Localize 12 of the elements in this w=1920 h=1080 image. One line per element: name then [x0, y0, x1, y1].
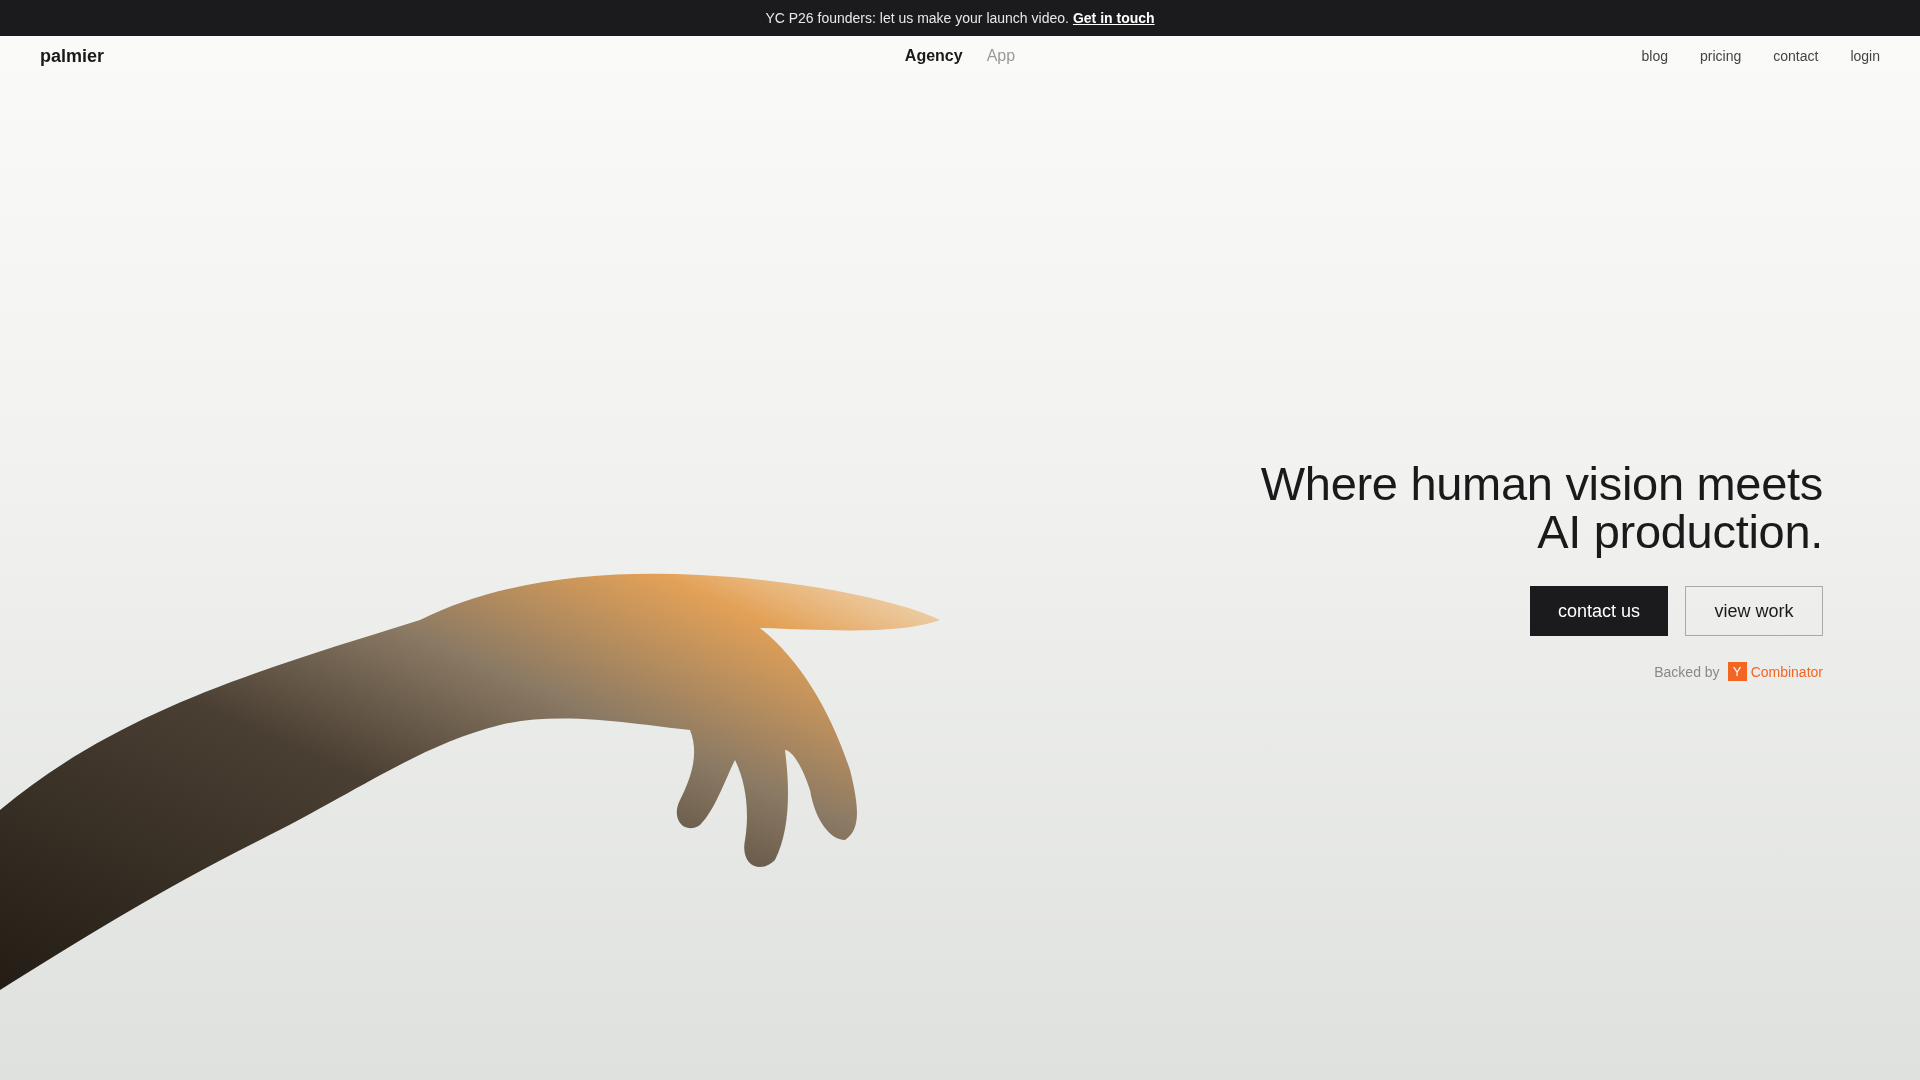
- contact-button[interactable]: contact us: [1530, 586, 1668, 636]
- view-work-button[interactable]: view work: [1685, 586, 1823, 636]
- backed-by-text: Backed by: [1654, 663, 1720, 680]
- hero-headline: Where human vision meets AI production.: [1260, 460, 1823, 556]
- logo[interactable]: palmier: [40, 45, 105, 67]
- get-in-touch-link[interactable]: Get in touch: [1072, 10, 1155, 26]
- nav-link[interactable]: pricing: [1700, 48, 1742, 64]
- announcement-text: YC P26 founders: let us make your launch video.: [765, 10, 1069, 26]
- mode-tab[interactable]: Agency: [904, 47, 963, 65]
- nav-link[interactable]: contact: [1773, 48, 1819, 64]
- nav-link[interactable]: login: [1850, 48, 1880, 64]
- nav-link[interactable]: blog: [1641, 48, 1668, 64]
